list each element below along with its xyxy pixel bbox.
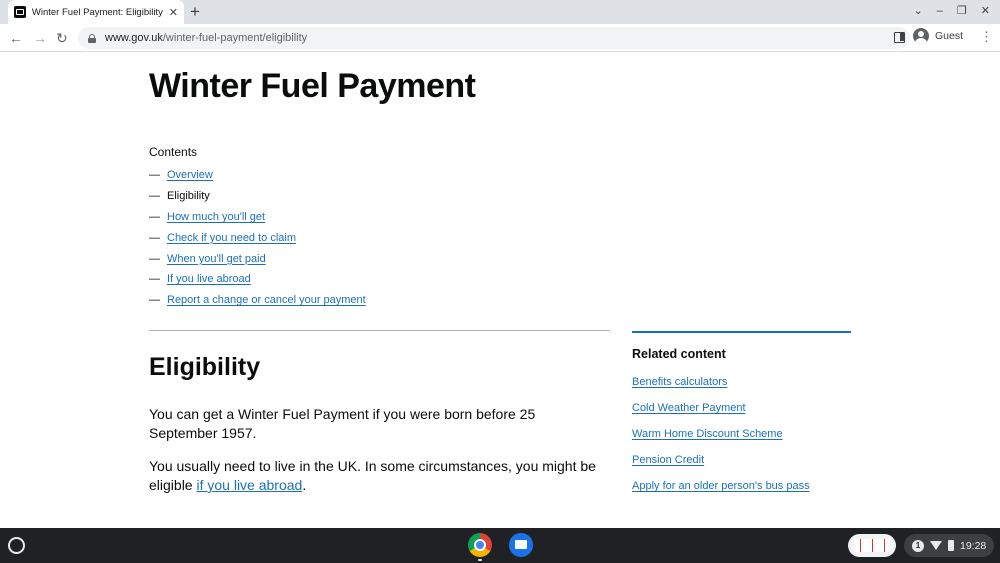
toc-current-eligibility: Eligibility	[167, 190, 210, 203]
minimize-icon[interactable]: –	[937, 3, 943, 19]
toc-item: — Overview	[149, 169, 213, 182]
address-bar[interactable]: www.gov.uk/winter-fuel-payment/eligibili…	[78, 27, 910, 49]
launcher-icon[interactable]	[8, 537, 25, 554]
toc-item: — When you'll get paid	[149, 252, 266, 265]
toc-item: — Check if you need to claim	[149, 231, 297, 244]
forward-icon[interactable]: →	[33, 28, 47, 48]
toc-item: — Report a change or cancel your payment	[149, 294, 366, 307]
holding-space-icon[interactable]	[848, 534, 896, 557]
page-title: Winter Fuel Payment	[149, 67, 476, 105]
tab-search-icon[interactable]: ⌄	[914, 3, 923, 19]
related-content-title: Related content	[632, 347, 726, 361]
toc-item: — How much you'll get	[149, 210, 266, 223]
related-content: Related content Benefits calculators Col…	[632, 331, 851, 499]
gov-uk-favicon-icon	[14, 6, 26, 18]
section-title: Eligibility	[149, 353, 261, 381]
eligibility-paragraph-2: You usually need to live in the UK. In s…	[149, 457, 599, 495]
related-link-bus-pass[interactable]: Apply for an older person's bus pass	[632, 480, 810, 492]
page-content: Winter Fuel Payment Contents — Overview —…	[0, 53, 1000, 528]
live-abroad-link[interactable]: if you live abroad	[196, 477, 302, 493]
eligibility-paragraph-1: You can get a Winter Fuel Payment if you…	[149, 406, 536, 441]
related-item: Warm Home Discount Scheme	[632, 421, 851, 447]
profile-button[interactable]: Guest	[913, 28, 963, 44]
clock: 19:28	[960, 539, 987, 552]
restore-icon[interactable]: ❐	[957, 3, 967, 19]
related-link-cold-weather-payment[interactable]: Cold Weather Payment	[632, 402, 746, 414]
profile-label: Guest	[935, 30, 964, 42]
para2-end: .	[302, 477, 307, 493]
close-tab-icon[interactable]: ✕	[169, 6, 178, 19]
new-tab-icon[interactable]: +	[190, 2, 200, 22]
avatar-icon	[913, 28, 929, 44]
toc-link-report-change[interactable]: Report a change or cancel your payment	[167, 294, 366, 306]
battery-icon	[948, 540, 954, 551]
related-item: Cold Weather Payment	[632, 395, 851, 421]
related-link-benefits-calculators[interactable]: Benefits calculators	[632, 376, 727, 388]
status-tray[interactable]: 1 19:28	[904, 534, 994, 557]
side-panel-icon[interactable]	[894, 32, 905, 43]
toc-link-overview[interactable]: Overview	[167, 169, 213, 181]
toc-link-how-much[interactable]: How much you'll get	[167, 211, 265, 223]
related-item: Apply for an older person's bus pass	[632, 473, 851, 499]
reload-icon[interactable]: ↻	[56, 28, 68, 48]
toc-link-check-claim[interactable]: Check if you need to claim	[167, 232, 296, 244]
url-host: www.gov.uk	[105, 32, 163, 44]
lock-icon[interactable]	[88, 33, 96, 43]
toc-link-when-paid[interactable]: When you'll get paid	[167, 253, 266, 265]
close-window-icon[interactable]: ✕	[981, 3, 990, 19]
browser-toolbar: ← → ↻ www.gov.uk/winter-fuel-payment/eli…	[0, 24, 1000, 52]
chrome-app-icon[interactable]	[468, 533, 492, 557]
window-controls: ⌄ – ❐ ✕	[914, 3, 990, 19]
related-link-pension-credit[interactable]: Pension Credit	[632, 454, 704, 466]
related-item: Benefits calculators	[632, 369, 851, 395]
related-links: Benefits calculators Cold Weather Paymen…	[632, 369, 851, 499]
tab-strip: Winter Fuel Payment: Eligibility ✕ + ⌄ –…	[0, 0, 1000, 24]
contents-label: Contents	[149, 145, 198, 159]
related-item: Pension Credit	[632, 447, 851, 473]
back-icon[interactable]: ←	[9, 28, 23, 48]
wifi-icon	[930, 541, 942, 550]
os-shelf: 1 19:28	[0, 528, 1000, 563]
files-app-icon[interactable]	[509, 533, 533, 557]
section-divider	[149, 330, 610, 331]
more-menu-icon[interactable]: ⋮	[980, 29, 993, 45]
toc-item: — Eligibility	[149, 190, 210, 203]
tab-title: Winter Fuel Payment: Eligibility	[31, 6, 163, 18]
toc-item: — If you live abroad	[149, 273, 251, 286]
running-indicator	[478, 559, 482, 561]
related-link-warm-home-discount[interactable]: Warm Home Discount Scheme	[632, 428, 783, 440]
browser-tab[interactable]: Winter Fuel Payment: Eligibility ✕	[8, 0, 184, 24]
toc-link-live-abroad[interactable]: If you live abroad	[167, 273, 251, 285]
notification-count: 1	[912, 539, 924, 552]
table-of-contents: — Overview — Eligibility — How much you'll …	[149, 165, 366, 311]
url-path: /winter-fuel-payment/eligibility	[162, 32, 308, 44]
